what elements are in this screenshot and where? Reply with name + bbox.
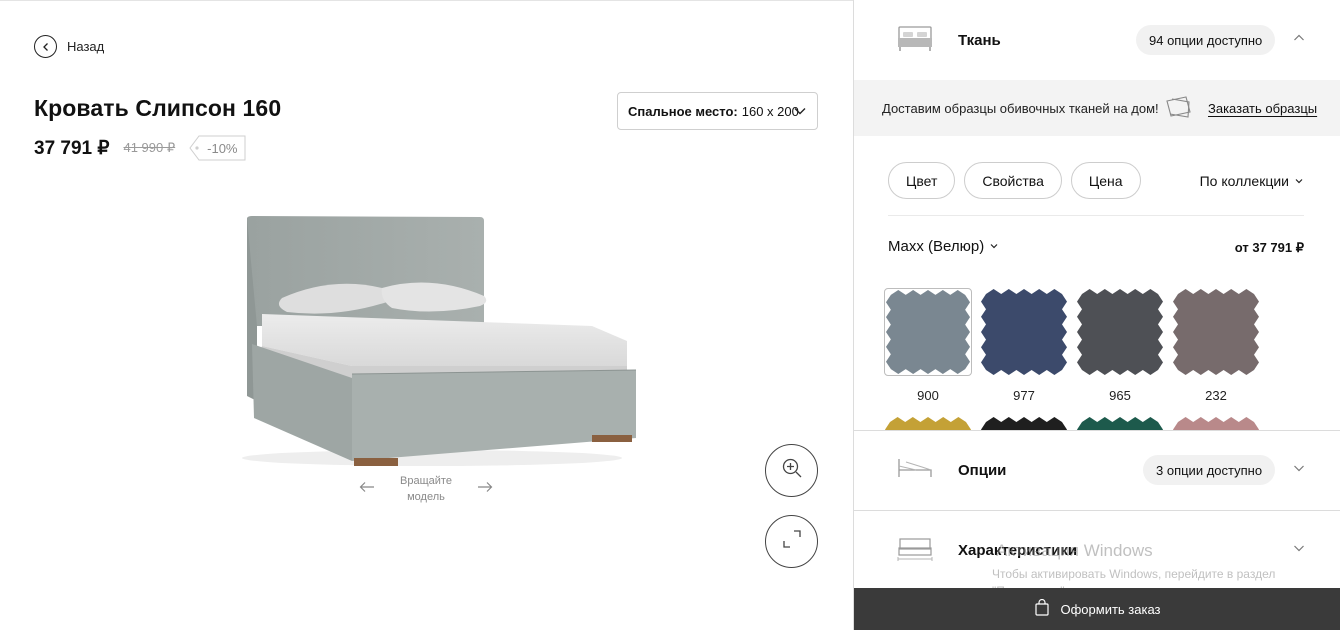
discount-value: -10% [207, 140, 238, 156]
fabric-swatch[interactable]: 977 [980, 288, 1068, 403]
shopping-bag-icon [1034, 598, 1050, 619]
rotate-label-line2: модель [407, 491, 445, 503]
chevron-down-icon[interactable] [1293, 461, 1305, 479]
collection-name: Maxx (Велюр) [888, 238, 985, 255]
chevron-down-icon [989, 238, 999, 255]
chevron-up-icon[interactable] [1293, 31, 1305, 49]
swatch-code: 232 [1205, 388, 1227, 403]
swatch-code: 965 [1109, 388, 1131, 403]
fabric-swatch[interactable]: 232 [1172, 288, 1260, 403]
options-badge: 3 опции доступно [1143, 455, 1276, 485]
zoom-in-button[interactable] [765, 444, 818, 497]
fabric-filters: Цвет Свойства Цена [888, 162, 1141, 199]
product-title: Кровать Слипсон 160 [34, 95, 282, 121]
sort-label: По коллекции [1199, 173, 1289, 189]
swatch-color [1076, 288, 1164, 376]
sort-select[interactable]: По коллекции [1200, 173, 1304, 189]
price-row: 37 791 ₽ 41 990 ₽ -10% [34, 135, 246, 161]
rotate-label: Вращайте модель [395, 473, 457, 505]
current-price: 37 791 ₽ [34, 137, 110, 159]
expand-icon [780, 527, 804, 556]
chevron-left-icon [34, 35, 57, 58]
specs-section-title: Характеристики [958, 541, 1078, 559]
divider [888, 215, 1304, 216]
fabric-options-badge: 94 опции доступно [1136, 25, 1276, 55]
bed-dimensions-icon [896, 535, 934, 566]
sleep-size-select[interactable]: Спальное место: 160 х 200 [617, 92, 818, 130]
fabric-swatch[interactable] [1076, 416, 1164, 430]
swatch-color [884, 416, 972, 430]
chevron-down-icon [793, 104, 807, 121]
fabric-swatch[interactable] [1172, 416, 1260, 430]
bed-image[interactable] [222, 206, 642, 476]
swatch-color [1076, 416, 1164, 430]
filter-properties-button[interactable]: Свойства [964, 162, 1062, 199]
fabric-samples-icon [1164, 94, 1194, 125]
swatch-color [980, 288, 1068, 376]
back-link[interactable]: Назад [34, 35, 104, 58]
filter-color-button[interactable]: Цвет [888, 162, 956, 199]
config-panel: Ткань 94 опции доступно Доставим образцы… [853, 0, 1340, 630]
fabric-swatch[interactable] [884, 416, 972, 430]
product-view: Назад Кровать Слипсон 160 37 791 ₽ 41 99… [0, 0, 853, 630]
fabric-section-title: Ткань [958, 31, 1001, 49]
rotate-label-line1: Вращайте [400, 475, 452, 487]
fullscreen-button[interactable] [765, 515, 818, 568]
discount-badge: -10% [189, 135, 246, 161]
swatch-color [1172, 288, 1260, 376]
chevron-down-icon[interactable] [1293, 541, 1305, 559]
samples-message: Доставим образцы обивочных тканей на дом… [882, 100, 1159, 116]
swatch-code: 977 [1013, 388, 1035, 403]
back-label: Назад [67, 39, 105, 54]
specs-section-header[interactable]: Характеристики [854, 510, 1340, 590]
checkout-button[interactable]: Оформить заказ [854, 588, 1340, 630]
arrow-left-icon[interactable] [359, 480, 375, 498]
order-samples-link[interactable]: Заказать образцы [1208, 101, 1317, 116]
old-price: 41 990 ₽ [123, 140, 176, 155]
options-section-header[interactable]: Опции 3 опции доступно [854, 430, 1340, 510]
options-section-title: Опции [958, 461, 1007, 479]
checkout-label: Оформить заказ [1060, 601, 1161, 617]
rotate-hint: Вращайте модель [355, 471, 500, 507]
sleep-size-value: 160 х 200 [741, 103, 799, 119]
fabric-swatch[interactable]: 965 [1076, 288, 1164, 403]
fabric-swatch[interactable] [980, 416, 1068, 430]
bed-frame-icon [896, 456, 934, 485]
fabric-section-header[interactable]: Ткань 94 опции доступно [854, 0, 1340, 80]
fabric-swatch[interactable]: 900 [884, 288, 972, 403]
swatch-code: 900 [917, 388, 939, 403]
swatch-color [1172, 416, 1260, 430]
samples-banner: Доставим образцы обивочных тканей на дом… [854, 80, 1340, 136]
collection-select[interactable]: Maxx (Велюр) [888, 238, 999, 255]
zoom-in-icon [780, 456, 804, 485]
swatch-color [980, 416, 1068, 430]
chevron-down-icon [1294, 173, 1304, 189]
bed-icon [896, 24, 934, 57]
collection-price: от 37 791 ₽ [1234, 240, 1304, 255]
arrow-right-icon[interactable] [477, 480, 493, 498]
fabric-swatches: 900 977 965 232 [884, 288, 1284, 430]
swatch-color [884, 288, 972, 376]
sleep-size-label: Спальное место: [628, 103, 738, 119]
filter-price-button[interactable]: Цена [1070, 162, 1141, 199]
